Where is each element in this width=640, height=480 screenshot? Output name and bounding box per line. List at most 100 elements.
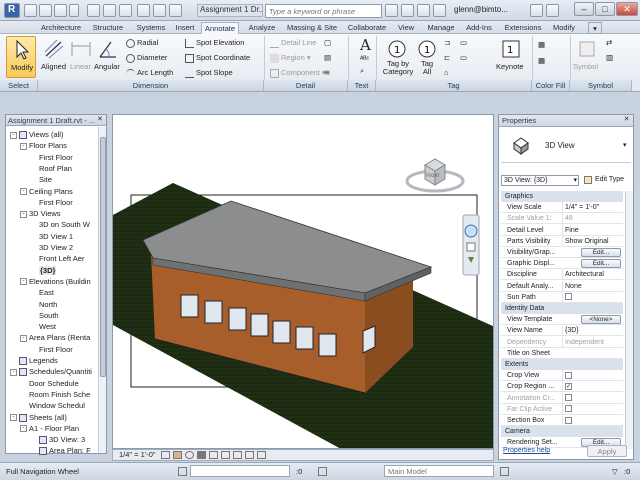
user-account[interactable]: glenn@bimto... [454, 5, 508, 14]
zoom-icon[interactable] [466, 242, 476, 252]
property-value[interactable]: Independent [562, 336, 622, 348]
diameter-button[interactable]: Diameter [126, 53, 167, 63]
property-value[interactable] [562, 370, 622, 382]
area-reinforcement-icon[interactable]: ▥ [606, 53, 613, 62]
property-value[interactable]: None [562, 280, 622, 292]
insulation-icon[interactable]: ≋ [324, 68, 330, 77]
subscription-icon[interactable] [401, 4, 414, 17]
favorites-icon[interactable] [433, 4, 446, 17]
temporary-hide-icon[interactable] [257, 451, 266, 459]
browser-tree-item[interactable]: {3D} [30, 265, 57, 276]
span-direction-icon[interactable]: ⇄ [606, 38, 612, 47]
property-group-header[interactable]: Extents [501, 359, 623, 370]
property-value[interactable]: ✓ [562, 381, 622, 393]
property-row[interactable]: Section Box [501, 415, 623, 426]
tab-annotate[interactable]: Annotate [201, 22, 239, 34]
spot-elevation-button[interactable]: Spot Elevation [185, 38, 244, 48]
property-value[interactable]: 1/4" = 1'-0" [562, 202, 622, 214]
properties-close-button[interactable]: ✕ [622, 115, 631, 125]
open-icon[interactable] [39, 4, 52, 17]
browser-tree-item[interactable]: - Views (all) [10, 129, 63, 140]
spot-slope-button[interactable]: Spot Slope [185, 68, 233, 78]
tree-expand-icon[interactable]: - [10, 131, 17, 139]
property-row[interactable]: Parts Visibility Show Original [501, 235, 623, 247]
property-checkbox[interactable] [565, 405, 572, 413]
browser-tree-item[interactable]: Room Finish Sche [20, 389, 90, 400]
material-tag-icon[interactable]: ⌂ [444, 68, 449, 77]
properties-scrollbar[interactable] [625, 191, 633, 449]
browser-tree-item[interactable]: - A1 - Floor Plan [20, 423, 79, 434]
close-button[interactable]: ✕ [616, 2, 638, 16]
section-icon[interactable] [169, 4, 182, 17]
revision-cloud-icon[interactable]: ▢ [324, 38, 331, 47]
scrollbar-thumb[interactable] [100, 137, 106, 377]
browser-tree-item[interactable]: 3D View 2 [30, 242, 73, 253]
lock-view-icon[interactable] [245, 451, 254, 459]
property-value[interactable]: 48 [562, 213, 622, 225]
browser-tree-item[interactable]: Window Schedul [20, 400, 85, 411]
detail-group-icon[interactable]: ▤ [324, 53, 331, 62]
worksets-icon[interactable] [178, 467, 187, 476]
3d-view-canvas[interactable]: FRONT [112, 114, 494, 449]
detail-line-button[interactable]: Detail Line [270, 38, 316, 48]
help-icon[interactable] [546, 4, 559, 17]
sun-path-icon[interactable] [185, 451, 194, 459]
panel-detail[interactable]: Detail [264, 80, 348, 91]
tag-by-category-button[interactable]: 1 Tag by Category [380, 36, 414, 78]
instance-selector[interactable]: 3D View: {3D} ▾ [501, 175, 579, 186]
tree-expand-icon[interactable]: - [10, 414, 17, 422]
property-row[interactable]: Crop View [501, 370, 623, 382]
property-row[interactable]: Visibility/Grap... Edit... [501, 247, 623, 258]
tab-manage[interactable]: Manage [425, 22, 457, 34]
tab-extensions[interactable]: Extensions [503, 22, 543, 34]
angular-button[interactable]: Angular [94, 36, 122, 78]
property-value[interactable]: Fine [562, 224, 622, 236]
tree-expand-icon[interactable]: - [20, 188, 27, 196]
open-icon[interactable] [24, 4, 37, 17]
radial-button[interactable]: Radial [126, 38, 158, 48]
panel-select[interactable]: Select [0, 80, 38, 91]
keynote-button[interactable]: 1 Keynote [494, 36, 528, 78]
measure-icon[interactable] [119, 4, 132, 17]
property-edit-button[interactable]: Edit... [581, 259, 621, 269]
undo-icon[interactable] [87, 4, 100, 17]
show-crop-icon[interactable] [233, 451, 242, 459]
property-value[interactable]: Show Original [562, 235, 622, 247]
app-menu-button[interactable]: R [4, 3, 20, 18]
tab-massing-site[interactable]: Massing & Site [284, 22, 340, 34]
check-spelling-icon[interactable]: ᴬᴮᶜ [360, 54, 369, 63]
detail-level-icon[interactable] [161, 451, 170, 459]
3d-view-icon[interactable] [153, 4, 166, 17]
text-button[interactable]: A [360, 36, 371, 54]
property-group-header[interactable]: Camera [501, 426, 623, 438]
property-value[interactable] [562, 415, 622, 426]
steering-wheel-icon[interactable] [464, 224, 478, 238]
property-checkbox[interactable] [565, 293, 572, 301]
worksets-field[interactable] [190, 465, 290, 477]
property-checkbox[interactable]: ✓ [565, 383, 572, 391]
browser-tree-item[interactable]: Area Plan: F [30, 445, 91, 456]
browser-tree-item[interactable]: - Sheets (all) [10, 412, 67, 423]
property-checkbox[interactable] [565, 394, 572, 402]
tree-expand-icon[interactable]: - [20, 142, 27, 150]
browser-tree-item[interactable]: -3D Views [20, 208, 61, 219]
property-group-header[interactable]: Graphics [501, 191, 623, 202]
property-value[interactable]: Architectural [562, 269, 622, 281]
aligned-button[interactable]: Aligned [40, 36, 68, 78]
tree-expand-icon[interactable]: - [20, 425, 27, 433]
visual-style-icon[interactable] [173, 451, 182, 459]
browser-tree-item[interactable]: 3D on South W [30, 219, 90, 230]
property-value[interactable]: {3D} [562, 325, 622, 337]
maximize-button[interactable]: □ [595, 2, 615, 16]
property-row[interactable]: View Scale 1/4" = 1'-0" [501, 202, 623, 214]
browser-scrollbar[interactable] [98, 127, 106, 453]
property-value[interactable] [562, 392, 622, 404]
tree-expand-icon[interactable]: - [20, 334, 27, 342]
property-row[interactable]: View Name {3D} [501, 325, 623, 337]
tree-expand-icon[interactable]: - [10, 368, 17, 376]
tab-collaborate[interactable]: Collaborate [346, 22, 388, 34]
browser-close-button[interactable]: ✕ [96, 115, 104, 124]
design-options-icon[interactable] [318, 467, 327, 476]
room-tag-icon[interactable]: ▭ [460, 53, 467, 62]
tab-analyze[interactable]: Analyze [246, 22, 278, 34]
